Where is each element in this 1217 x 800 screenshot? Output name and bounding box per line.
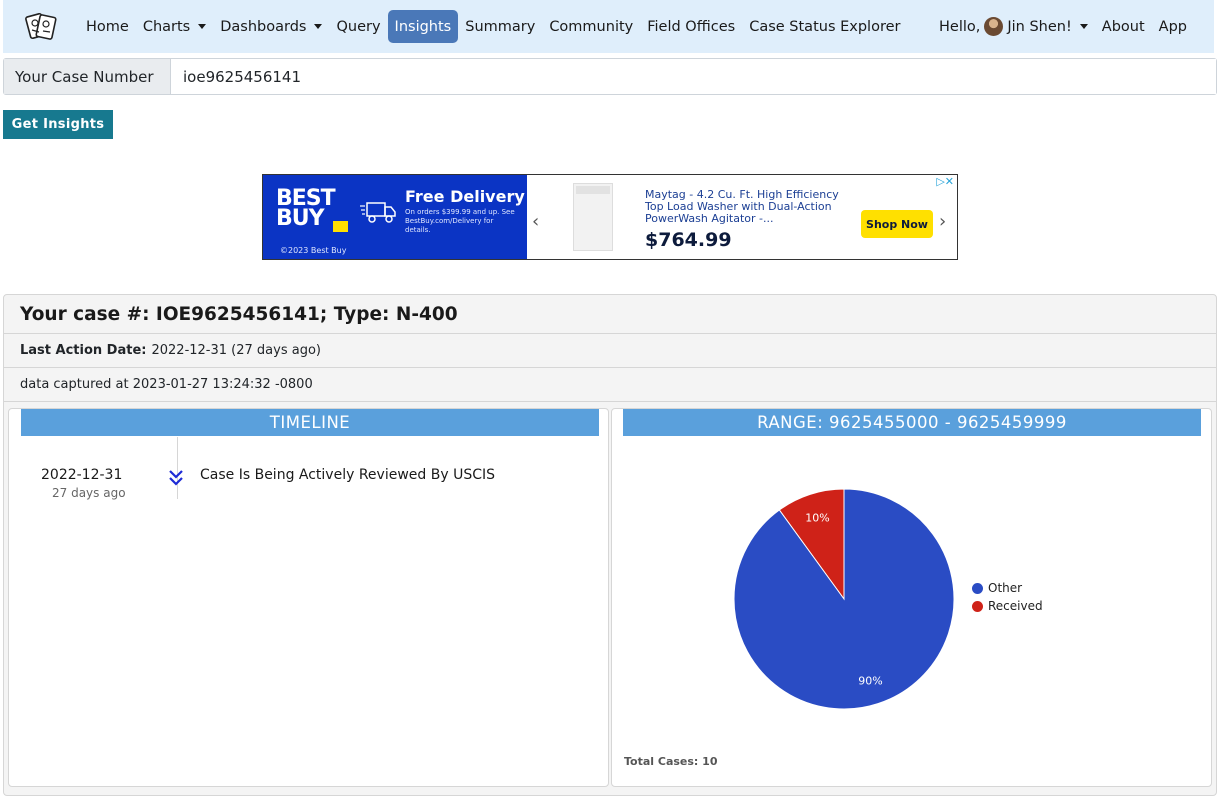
nav-app[interactable]: App [1152,10,1194,43]
nav-query-label: Query [336,18,381,35]
pie-label-received: 10% [805,511,829,524]
app-logo-icon[interactable] [25,11,57,43]
legend-label-received: Received [988,599,1043,613]
chevron-down-icon [198,24,207,29]
ad-brand-panel[interactable]: BEST BUY Free Delivery On orders $399.99… [263,175,527,259]
truck-icon [360,202,396,223]
get-insights-button[interactable]: Get Insights [3,110,113,139]
nav-community[interactable]: Community [542,10,640,43]
nav-about[interactable]: About [1095,10,1152,43]
pie-slice-other[interactable] [733,488,955,710]
best-buy-logo: BEST BUY [276,188,336,231]
timeline-event: Case Is Being Actively Reviewed By USCIS [200,467,495,483]
pie-chart[interactable]: 10% 90% [714,469,974,729]
adchoices-icon[interactable]: ▷✕ [936,175,954,188]
nav-summary-label: Summary [465,18,536,35]
nav-charts[interactable]: Charts [136,10,213,43]
case-number-input[interactable] [171,59,1216,94]
case-number-label: Your Case Number [4,59,171,94]
ad-copyright: ©2023 Best Buy [280,246,347,255]
nav-community-label: Community [549,18,634,35]
nav-insights-label: Insights [394,18,452,35]
nav-field-offices[interactable]: Field Offices [640,10,742,43]
timeline-panel: TIMELINE 2022-12-31 27 days ago Case Is … [8,408,609,787]
user-menu[interactable]: Hello, Jin Shen! [932,10,1095,43]
user-name: Jin Shen! [1007,18,1072,35]
nav-field-offices-label: Field Offices [647,18,736,35]
shop-now-button[interactable]: Shop Now [861,210,933,238]
range-panel: RANGE: 9625455000 - 9625459999 10% 90% Ot… [611,408,1212,787]
timeline-ago: 27 days ago [52,486,126,500]
last-action-row: Last Action Date: 2022-12-31 (27 days ag… [4,334,1216,368]
nav-about-label: About [1101,18,1145,35]
legend-label-other: Other [988,581,1023,595]
nav-right: Hello, Jin Shen! About App [932,0,1194,53]
timeline-date: 2022-12-31 [41,467,123,483]
legend-dot-received [972,600,983,612]
chevron-down-icon [314,24,323,29]
ad-product[interactable]: Maytag - 4.2 Cu. Ft. High Efficiency Top… [645,189,845,225]
price-tag-icon [333,221,348,232]
ad-subtext: On orders $399.99 and up. See BestBuy.co… [405,208,515,234]
total-cases: Total Cases: 10 [624,755,718,768]
avatar [984,17,1004,36]
nav-home[interactable]: Home [79,10,136,43]
legend-item-received[interactable]: Received [972,597,1043,615]
case-number-input-group: Your Case Number [3,58,1217,95]
nav-app-label: App [1158,18,1187,35]
ad-price: $764.99 [645,229,732,251]
pie-label-other: 90% [858,675,882,688]
nav-dashboards-label: Dashboards [220,18,307,35]
nav-case-status-explorer[interactable]: Case Status Explorer [742,10,907,43]
nav-insights[interactable]: Insights [387,10,459,43]
washer-image[interactable] [573,183,613,251]
chevron-down-icon [1079,24,1088,29]
double-chevron-down-icon [169,470,183,486]
brand-line2: BUY [276,206,325,231]
timeline-heading: TIMELINE [21,409,599,436]
nav-query[interactable]: Query [329,10,387,43]
timeline-line [177,437,178,499]
nav-charts-label: Charts [142,18,191,35]
chevron-right-icon[interactable]: › [939,211,946,232]
last-action-label: Last Action Date: [20,343,147,358]
nav-summary[interactable]: Summary [458,10,542,43]
case-title: Your case #: IOE9625456141; Type: N-400 [4,295,1216,334]
greeting: Hello, [939,18,981,35]
nav-case-status-explorer-label: Case Status Explorer [749,18,901,35]
chart-legend: Other Received [972,579,1043,615]
top-navbar: Home Charts Dashboards Query Insights Su… [3,0,1214,53]
captured-row: data captured at 2023-01-27 13:24:32 -08… [4,368,1216,402]
legend-item-other[interactable]: Other [972,579,1043,597]
last-action-value: 2022-12-31 (27 days ago) [151,343,321,358]
ad-headline: Free Delivery [405,187,525,206]
chevron-left-icon[interactable]: ‹ [532,211,539,232]
legend-dot-other [972,582,983,594]
captured-text: data captured at 2023-01-27 13:24:32 -08… [20,377,313,392]
nav-dashboards[interactable]: Dashboards [213,10,329,43]
ad-banner[interactable]: BEST BUY Free Delivery On orders $399.99… [262,174,958,260]
range-heading: RANGE: 9625455000 - 9625459999 [623,409,1201,436]
case-card: Your case #: IOE9625456141; Type: N-400 … [3,294,1217,796]
nav-home-label: Home [86,18,129,35]
